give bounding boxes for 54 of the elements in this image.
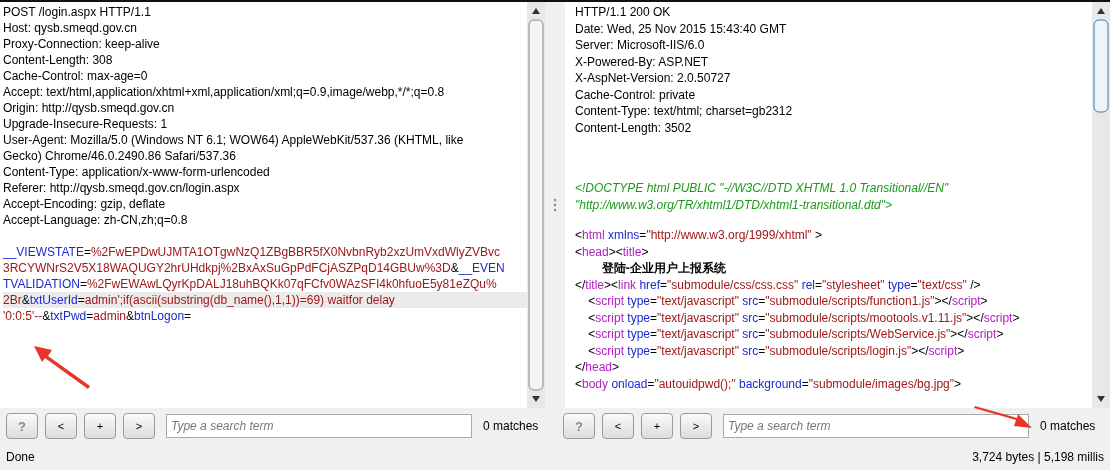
doctype-line: "http://www.w3.org/TR/xhtml1/DTD/xhtml1-transitional.dtd"> <box>575 196 893 213</box>
html-line: <script type="text/javascript" src="submodule/scripts/WebService.js"></script> <box>587 326 1005 343</box>
header-line: POST /login.aspx HTTP/1.1 <box>3 4 152 20</box>
status-text: Done <box>6 450 35 464</box>
header-line: Accept-Encoding: gzip, deflate <box>3 196 167 212</box>
header-line: User-Agent: Mozilla/5.0 (Windows NT 6.1; WOW64) AppleWebKit/537.36 (KHTML, like <box>3 132 465 148</box>
header-line: Proxy-Connection: keep-alive <box>3 36 161 52</box>
html-line: <body onload="autouidpwd();" background="submodule/images/bg.jpg"> <box>575 375 963 392</box>
header-line: Content-Length: 3502 <box>575 119 693 136</box>
header-line: Origin: http://qysb.smeqd.gov.cn <box>3 100 176 116</box>
search-field[interactable]: Type a search term <box>166 414 472 438</box>
header-line: HTTP/1.1 200 OK <box>575 4 672 21</box>
header-line: Content-Type: application/x-www-form-urlencoded <box>3 164 271 180</box>
header-line: Referer: http://qysb.smeqd.gov.cn/login.aspx <box>3 180 241 196</box>
html-line: <script type="text/javascript" src="submodule/scripts/mootools.v1.11.js"></script> <box>587 309 1021 326</box>
doctype-line: <!DOCTYPE html PUBLIC "-//W3C//DTD XHTML 1.0 Transitional//EN" <box>575 180 950 197</box>
header-line: Date: Wed, 25 Nov 2015 15:43:40 GMT <box>575 20 788 37</box>
header-line: X-AspNet-Version: 2.0.50727 <box>575 70 732 87</box>
header-line: Accept-Language: zh-CN,zh;q=0.8 <box>3 212 189 228</box>
header-line: Cache-Control: max-age=0 <box>3 68 149 84</box>
next-button[interactable]: > <box>123 413 155 439</box>
previous-button[interactable]: < <box>45 413 77 439</box>
match-count: 0 matches <box>483 419 539 433</box>
header-line: Content-Type: text/html; charset=gb2312 <box>575 103 794 120</box>
body-line: TVALIDATION=%2FwEWAwLQyrKpDALJ18uhBQKk07qFCfv0WAzSFI4k0hfuoE5y81eZQu% <box>3 276 498 292</box>
html-line: <script type="text/javascript" src="submodule/scripts/login.js"></script> <box>587 342 966 359</box>
html-line: <head><title> <box>575 243 650 260</box>
header-line: X-Powered-By: ASP.NET <box>575 53 710 70</box>
header-line: Cache-Control: private <box>575 86 697 103</box>
html-line: </head> <box>575 359 621 376</box>
response-stats: 3,724 bytes | 5,198 millis <box>972 450 1104 464</box>
html-line: <script type="text/javascript" src="submodule/scripts/function1.js"></script> <box>587 293 989 310</box>
scrollbar[interactable] <box>527 2 545 408</box>
header-line: Accept: text/html,application/xhtml+xml,application/xml;q=0.9,image/webp,*/*;q=0.8 <box>3 84 446 100</box>
next-button[interactable]: > <box>680 413 712 439</box>
html-line: </title><link href="submodule/css/css.css" rel="stylesheet" type="text/css" /> <box>575 276 982 293</box>
header-line: Upgrade-Insecure-Requests: 1 <box>3 116 169 132</box>
body-line: __VIEWSTATE=%2FwEPDwUJMTA1OTgwNzQ1ZBgBBR5fX0NvbnRyb2xzUmVxdWlyZVBvc <box>3 244 502 260</box>
header-line: Content-Length: 308 <box>3 52 114 68</box>
scrollbar[interactable] <box>1092 2 1110 408</box>
header-line: Server: Microsoft-IIS/6.0 <box>575 37 706 54</box>
header-line: Host: qysb.smeqd.gov.cn <box>3 20 138 36</box>
annotation-arrow <box>972 406 1034 430</box>
html-line: 登陆-企业用户上报系统 <box>600 260 727 277</box>
body-line: 3RCYWNrS2V5X18WAQUGY2hrUHdkpj%2BxAxSuGpPdFCjASZPqD14GBUw%3D&__EVEN <box>3 260 506 276</box>
search-field[interactable]: Type a search term <box>723 414 1029 438</box>
body-line: '0:0:5'--&txtPwd=admin&btnLogon= <box>3 308 193 324</box>
match-count: 0 matches <box>1040 419 1096 433</box>
header-line: Gecko) Chrome/46.0.2490.86 Safari/537.36 <box>3 148 237 164</box>
splitter-handle[interactable] <box>553 198 557 212</box>
previous-button[interactable]: < <box>602 413 634 439</box>
html-line: <html xmlns="http://www.w3.org/1999/xhtml" > <box>575 227 823 244</box>
add-button[interactable]: + <box>641 413 673 439</box>
add-button[interactable]: + <box>84 413 116 439</box>
